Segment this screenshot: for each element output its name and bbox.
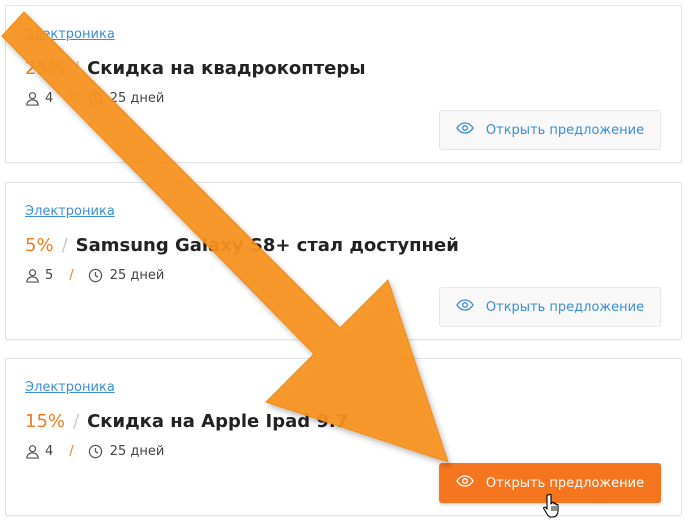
clock-icon — [88, 91, 103, 106]
open-offer-button[interactable]: Открыть предложение — [439, 287, 661, 327]
offer-card: Электроника 5% / Samsung Galaxy S8+ стал д… — [5, 182, 682, 340]
open-offer-label: Открыть предложение — [485, 122, 645, 138]
discount-label: 5% — [25, 235, 54, 256]
category-link[interactable]: Электроника — [25, 27, 115, 42]
category-link[interactable]: Электроника — [25, 380, 115, 395]
discount-label: 15% — [25, 411, 66, 432]
user-icon — [25, 91, 40, 106]
offer-title: Скидка на квадрокоптеры — [87, 58, 366, 79]
offer-title-row: 15% / Скидка на Apple Ipad 9.7 — [25, 411, 348, 432]
offer-title: Скидка на Apple Ipad 9.7 — [87, 411, 349, 432]
open-offer-label: Открыть предложение — [485, 475, 645, 491]
eye-icon — [456, 299, 474, 315]
users-count: 5 — [45, 268, 54, 283]
offer-meta: 4 / 25 дней — [25, 91, 164, 106]
open-offer-label: Открыть предложение — [485, 299, 645, 315]
offer-title-row: 25% / Скидка на квадрокоптеры — [25, 58, 366, 79]
offer-title-row: 5% / Samsung Galaxy S8+ стал доступней — [25, 235, 459, 256]
category-link[interactable]: Электроника — [25, 204, 115, 219]
meta-separator: / — [69, 444, 74, 459]
days-left: 25 дней — [109, 91, 165, 106]
title-separator: / — [61, 235, 68, 256]
eye-icon — [456, 475, 474, 491]
offer-meta: 5 / 25 дней — [25, 268, 164, 283]
clock-icon — [88, 444, 103, 459]
users-count: 4 — [45, 91, 54, 106]
title-separator: / — [73, 411, 80, 432]
offer-title: Samsung Galaxy S8+ стал доступней — [75, 235, 459, 256]
discount-label: 25% — [25, 58, 66, 79]
offer-card: Электроника 25% / Скидка на квадрокоптеры … — [5, 5, 682, 163]
eye-icon — [456, 122, 474, 138]
user-icon — [25, 268, 40, 283]
days-left: 25 дней — [109, 444, 165, 459]
offer-meta: 4 / 25 дней — [25, 444, 164, 459]
meta-separator: / — [69, 91, 74, 106]
title-separator: / — [73, 58, 80, 79]
meta-separator: / — [69, 268, 74, 283]
open-offer-button[interactable]: Открыть предложение — [439, 110, 661, 150]
clock-icon — [88, 268, 103, 283]
user-icon — [25, 444, 40, 459]
offer-card: Электроника 15% / Скидка на Apple Ipad 9.7… — [5, 358, 682, 516]
users-count: 4 — [45, 444, 54, 459]
days-left: 25 дней — [109, 268, 165, 283]
hand-cursor-icon — [543, 493, 559, 518]
